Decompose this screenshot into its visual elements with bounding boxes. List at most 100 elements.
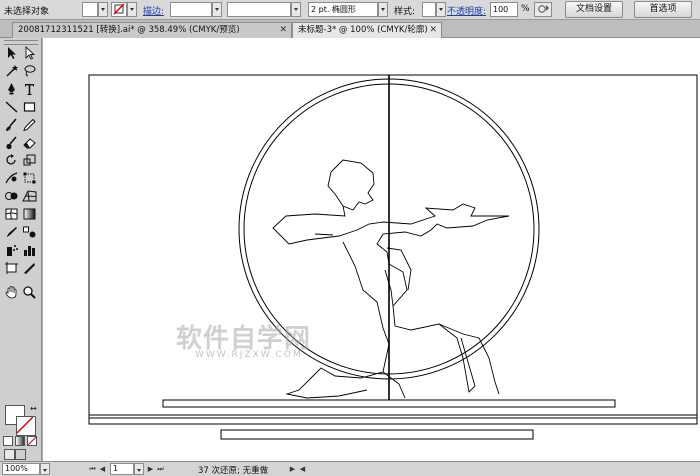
close-icon[interactable]: ✕ [429,23,437,38]
direct-selection-tool-icon [25,46,36,60]
gradient-icon[interactable] [15,436,25,446]
stroke-dropdown[interactable] [127,2,137,17]
free-transform-tool-button[interactable] [22,171,37,185]
recolor-artwork-button[interactable] [534,2,552,17]
rotate-tool-button[interactable] [4,153,19,167]
none-icon[interactable] [27,436,37,446]
pencil-tool-icon [23,118,36,131]
blob-brush-tool-button[interactable] [4,135,19,150]
fill-dropdown[interactable] [98,2,108,17]
previous-artboard-icon[interactable]: ◀ [98,464,107,474]
variable-width-field[interactable] [227,2,291,17]
column-graph-tool-button[interactable] [22,243,37,257]
selection-tool-icon [8,47,16,59]
perspective-grid-tool-icon [22,190,37,202]
magic-wand-tool-icon [6,64,18,77]
status-menu-icon[interactable]: ▶ [288,464,297,474]
rectangle-tool-icon [23,102,36,112]
artboard-field[interactable]: 1 [110,463,134,475]
tab-document-1[interactable]: 20081712311521 [转换].ai* @ 358.49% (CMYK/… [12,22,292,38]
rectangle-tool-button[interactable] [22,100,37,114]
base-slab [88,414,698,425]
blob-brush-tool-icon [6,135,17,149]
shape-builder-tool-button[interactable] [4,189,19,203]
graphic-style-swatch[interactable] [422,2,436,17]
pencil-tool-button[interactable] [22,118,37,132]
zoom-tool-button[interactable] [22,285,37,299]
document-tab-bar: 20081712311521 [转换].ai* @ 358.49% (CMYK/… [0,20,700,38]
type-tool-button[interactable] [22,82,37,96]
eyedropper-tool-button[interactable] [4,225,19,239]
selection-status: 未选择对象 [4,7,50,17]
brush-dropdown[interactable] [378,2,388,17]
status-message: 37 次还原; 无重做 [198,466,269,476]
magic-wand-tool-button[interactable] [4,64,19,78]
eraser-tool-button[interactable] [22,136,37,150]
brush-label: 2 pt. 椭圆形 [311,5,356,14]
panel-grip[interactable] [4,40,38,45]
close-icon[interactable]: ✕ [279,23,287,38]
bottom-step [220,429,534,440]
line-segment-tool-button[interactable] [4,100,19,114]
artboard-number: 1 [113,464,119,473]
opacity-label[interactable]: 不透明度: [447,4,486,17]
draw-normal-icon[interactable] [15,449,26,460]
lasso-tool-button[interactable] [22,64,37,78]
stroke-color-swatch[interactable] [111,2,127,17]
none-stroke-icon [16,416,34,434]
artwork-outline [88,74,698,440]
scale-tool-icon [23,154,36,166]
column-graph-tool-icon [24,245,35,256]
lasso-tool-icon [24,65,36,77]
gradient-tool-icon [23,208,36,220]
symbol-sprayer-tool-button[interactable] [4,243,19,257]
gradient-tool-button[interactable] [22,207,37,221]
selection-tool-button[interactable] [4,46,19,60]
none-stroke-icon [113,3,125,15]
pen-tool-icon [8,82,15,95]
zoom-dropdown[interactable] [40,463,50,475]
pen-tool-button[interactable] [4,82,19,96]
opacity-field[interactable]: 100 [490,2,518,17]
first-artboard-icon[interactable]: ⏮ [88,464,97,474]
brush-definition-field[interactable]: 2 pt. 椭圆形 [308,2,378,17]
artboard-dropdown[interactable] [134,463,144,475]
stroke-label[interactable]: 描边: [143,4,164,17]
paintbrush-tool-button[interactable] [4,118,19,132]
next-artboard-icon[interactable]: ▶ [146,464,155,474]
stroke-swatch[interactable] [16,416,36,436]
opacity-unit: % [521,4,530,14]
status-bar: 100% ⏮ ◀ 1 ▶ ⏭ 37 次还原; 无重做 ▶ ◀ [0,461,700,476]
hand-tool-icon [5,285,17,299]
paintbrush-tool-icon [6,118,17,131]
variable-width-dropdown[interactable] [291,2,301,17]
free-transform-tool-icon [23,172,36,184]
recolor-icon [538,5,549,13]
style-dropdown[interactable] [436,2,446,17]
direct-selection-tool-button[interactable] [22,46,37,60]
last-artboard-icon[interactable]: ⏭ [156,464,165,474]
eraser-tool-icon [23,137,36,148]
fill-color-swatch[interactable] [82,2,98,17]
stroke-weight-dropdown[interactable] [212,2,222,17]
opacity-value: 100 [493,5,509,14]
zoom-field[interactable]: 100% [2,463,40,475]
color-icon[interactable] [3,436,13,446]
scroll-left-icon[interactable]: ◀ [298,464,307,474]
slice-tool-button[interactable] [22,261,37,275]
screen-mode-icon[interactable] [4,449,15,460]
document-setup-button[interactable]: 文档设置 [565,1,623,18]
canvas-area[interactable]: 软件自学网 WWW.RJZXW.COM [43,38,700,461]
hand-tool-button[interactable] [4,285,19,299]
scale-tool-button[interactable] [22,153,37,167]
swap-colors-icon[interactable]: ↔ [30,404,37,413]
perspective-grid-tool-button[interactable] [22,189,37,203]
line-segment-tool-icon [5,101,18,113]
blend-tool-button[interactable] [22,225,37,239]
stroke-weight-field[interactable] [170,2,212,17]
tab-document-2[interactable]: 未标题-3* @ 100% (CMYK/轮廓) ✕ [292,22,442,38]
warp-tool-button[interactable] [4,171,19,185]
preferences-button[interactable]: 首选项 [634,1,692,18]
artboard-tool-button[interactable] [4,261,19,275]
mesh-tool-button[interactable] [4,207,19,221]
